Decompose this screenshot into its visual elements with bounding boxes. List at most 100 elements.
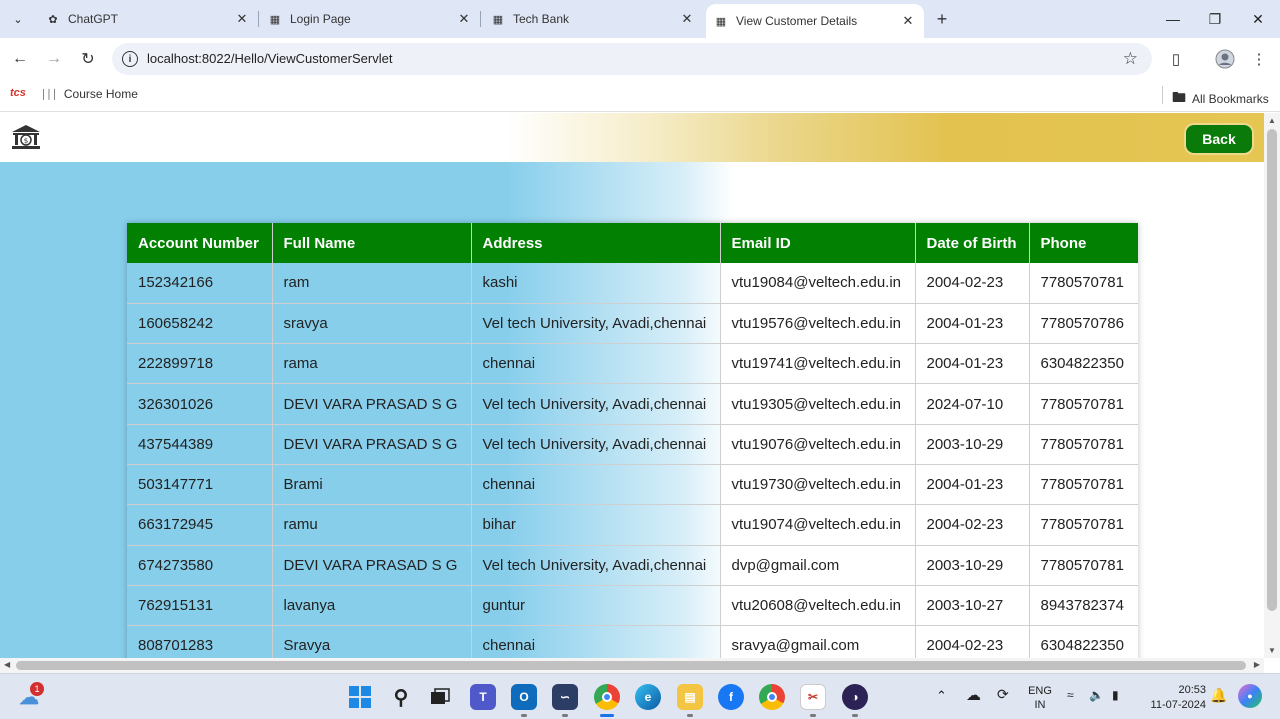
reload-icon[interactable]: ↻ (77, 48, 99, 70)
file-explorer-icon[interactable]: ▤ (677, 684, 703, 710)
back-button[interactable]: Back (1186, 125, 1252, 153)
scroll-up-icon[interactable]: ▲ (1268, 116, 1276, 125)
sql-developer-icon[interactable]: ∽ (552, 684, 578, 710)
cell-dob: 2003-10-27 (915, 585, 1030, 627)
all-bookmarks-label: All Bookmarks (1192, 92, 1269, 106)
snipping-tool-icon[interactable]: ✂ (800, 684, 826, 710)
folder-icon: 🖿 (1172, 89, 1186, 105)
scroll-down-icon[interactable]: ▼ (1268, 646, 1276, 655)
cell-phone: 6304822350 (1029, 343, 1138, 385)
minimize-icon[interactable]: — (1163, 9, 1183, 29)
address-bar[interactable]: i localhost:8022/Hello/ViewCustomerServl… (112, 43, 1152, 75)
page-icon: ▦ (269, 13, 281, 26)
vertical-scroll-thumb[interactable] (1267, 129, 1277, 611)
extensions-icon[interactable]: ▯ (1165, 48, 1187, 70)
url-text[interactable]: localhost:8022/Hello/ViewCustomerServlet (147, 51, 392, 66)
copilot-icon[interactable]: ● (1238, 684, 1262, 708)
vertical-scrollbar[interactable]: ▲ ▼ (1264, 113, 1280, 658)
tab-search-chevron-icon[interactable]: ⌄ (6, 7, 30, 31)
horizontal-scrollbar[interactable]: ◀ ▶ (0, 658, 1264, 673)
running-indicator (810, 714, 816, 717)
cell-email: vtu19741@veltech.edu.in (720, 343, 916, 385)
tab-tech-bank[interactable]: ▦ Tech Bank ✕ (491, 6, 695, 32)
site-info-icon[interactable]: i (122, 51, 138, 67)
new-tab-button[interactable]: + (932, 9, 952, 29)
all-bookmarks[interactable]: 🖿 All Bookmarks (1172, 87, 1269, 111)
task-view-icon[interactable] (427, 684, 453, 710)
windows-taskbar: ☁ 1 ⚲ T O ∽ e ▤ f ✂ ◑ ⌃ ☁ ⟳ ENG IN ≈ 🔈 ▮… (0, 673, 1280, 719)
column-header-dob: Date of Birth (915, 223, 1030, 263)
cell-address: Vel tech University, Avadi,chennai (471, 545, 721, 586)
cell-dob: 2004-02-23 (915, 263, 1030, 304)
cell-address: chennai (471, 343, 721, 385)
cell-address: Vel tech University, Avadi,chennai (471, 424, 721, 465)
cell-dob: 2004-02-23 (915, 625, 1030, 658)
sync-icon[interactable]: ⟳ (997, 686, 1009, 703)
close-icon[interactable]: ✕ (234, 11, 250, 27)
close-icon[interactable]: ✕ (900, 13, 916, 29)
bookmark-star-icon[interactable]: ☆ (1123, 49, 1138, 69)
battery-icon[interactable]: ▮ (1112, 688, 1119, 702)
restore-icon[interactable]: ❐ (1205, 9, 1225, 29)
tab-divider (258, 11, 259, 27)
cell-email: vtu19576@veltech.edu.in (720, 303, 916, 345)
bookmark-course-home[interactable]: │││ Course Home (41, 87, 138, 101)
tab-title: View Customer Details (736, 14, 858, 28)
more-menu-icon[interactable]: ⋮ (1248, 48, 1270, 70)
show-hidden-icons-chevron-icon[interactable]: ⌃ (936, 688, 947, 704)
tab-view-customer-details[interactable]: ▦ View Customer Details ✕ (706, 4, 924, 38)
cell-phone: 7780570781 (1029, 424, 1138, 465)
clock-time: 20:53 (1178, 684, 1206, 696)
volume-muted-icon[interactable]: 🔈 (1089, 688, 1104, 702)
scroll-left-icon[interactable]: ◀ (4, 660, 10, 669)
cell-account-number: 222899718 (127, 343, 273, 385)
language-indicator[interactable]: ENG IN (1026, 684, 1054, 712)
clock[interactable]: 20:53 11-07-2024 (1140, 683, 1206, 713)
region-code: IN (1034, 699, 1046, 711)
chrome-icon[interactable] (594, 684, 620, 710)
chrome-profile-icon[interactable] (759, 684, 785, 710)
tab-title: Login Page (290, 12, 351, 26)
cell-phone: 8943782374 (1029, 585, 1138, 627)
profile-avatar[interactable] (1214, 48, 1236, 70)
start-windows-icon[interactable] (347, 684, 373, 710)
table-row: 326301026 DEVI VARA PRASAD S G Vel tech Un… (127, 383, 1138, 425)
cell-account-number: 160658242 (127, 303, 273, 345)
close-icon[interactable]: ✕ (456, 11, 472, 27)
close-window-icon[interactable]: ✕ (1248, 9, 1268, 29)
bookmark-tcs[interactable]: tcs (10, 87, 26, 99)
bookmarks-divider (1162, 86, 1163, 104)
page-icon: ▦ (492, 13, 504, 26)
close-icon[interactable]: ✕ (679, 11, 695, 27)
cisco-logo: │││ (41, 89, 58, 99)
eclipse-icon[interactable]: ◑ (842, 684, 868, 710)
search-icon[interactable]: ⚲ (388, 684, 414, 710)
wifi-icon[interactable]: ≈ (1067, 688, 1074, 702)
cell-full-name: Sravya (272, 625, 472, 658)
cell-phone: 7780570781 (1029, 263, 1138, 304)
notification-bell-icon[interactable]: 🔔 (1210, 687, 1227, 704)
cell-address: guntur (471, 585, 721, 627)
back-arrow-icon[interactable]: ← (9, 48, 31, 70)
facebook-icon[interactable]: f (718, 684, 744, 710)
tab-chatgpt[interactable]: ✿ ChatGPT ✕ (46, 6, 250, 32)
horizontal-scroll-thumb[interactable] (16, 661, 1246, 670)
cell-full-name: ram (272, 263, 472, 304)
cell-phone: 7780570786 (1029, 303, 1138, 345)
forward-arrow-icon[interactable]: → (43, 48, 65, 70)
outlook-icon[interactable]: O (511, 684, 537, 710)
onedrive-cloud-icon[interactable]: ☁ (966, 686, 981, 704)
column-header-account-number: Account Number (127, 223, 273, 263)
teams-icon[interactable]: T (470, 684, 496, 710)
page-header: $ Back (0, 113, 1264, 162)
scroll-right-icon[interactable]: ▶ (1254, 660, 1260, 669)
edge-icon[interactable]: e (635, 684, 661, 710)
table-row: 160658242 sravya Vel tech University, Avad… (127, 303, 1138, 345)
running-indicator (687, 714, 693, 717)
cell-phone: 7780570781 (1029, 504, 1138, 546)
tab-login-page[interactable]: ▦ Login Page ✕ (268, 6, 472, 32)
cell-email: vtu20608@veltech.edu.in (720, 585, 916, 627)
cell-email: vtu19084@veltech.edu.in (720, 263, 916, 304)
browser-tab-strip: ⌄ ✿ ChatGPT ✕ ▦ Login Page ✕ ▦ Tech Bank… (0, 0, 1280, 38)
cell-dob: 2004-01-23 (915, 303, 1030, 345)
